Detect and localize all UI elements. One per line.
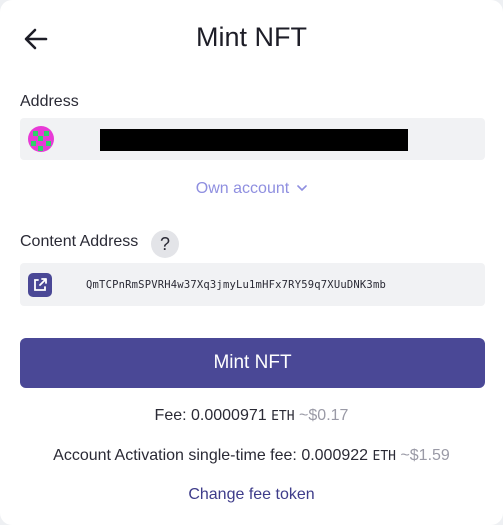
fee-usd: ~$0.17 xyxy=(299,407,349,424)
activation-fee-amount: 0.000922 xyxy=(301,447,369,464)
change-fee-token-link[interactable]: Change fee token xyxy=(0,486,503,504)
own-account-toggle[interactable]: Own account xyxy=(0,179,503,198)
avatar xyxy=(28,126,54,152)
chevron-down-icon xyxy=(297,179,307,197)
fee-amount: 0.0000971 xyxy=(191,407,267,424)
content-address-label: Content Address xyxy=(20,233,139,250)
redacted-address xyxy=(100,129,408,151)
mint-nft-card: Mint NFT Address Own account Content Add… xyxy=(0,0,503,525)
question-icon[interactable]: ? xyxy=(151,230,179,258)
activation-fee-line: Account Activation single-time fee: 0.00… xyxy=(0,447,503,465)
page-title: Mint NFT xyxy=(196,22,307,52)
mint-nft-button[interactable]: Mint NFT xyxy=(20,338,485,388)
own-account-label: Own account xyxy=(195,180,290,197)
fee-unit: ETH xyxy=(271,409,295,424)
fee-line: Fee: 0.0000971 ETH ~$0.17 xyxy=(0,407,503,425)
activation-fee-unit: ETH xyxy=(372,449,396,464)
address-field[interactable] xyxy=(20,118,485,160)
content-address-field[interactable]: QmTCPnRmSPVRH4w37Xq3jmyLu1mHFx7RY59q7XUu… xyxy=(20,263,485,306)
fee-label: Fee: xyxy=(154,407,187,424)
header: Mint NFT xyxy=(0,18,503,60)
activation-fee-label: Account Activation single-time fee: xyxy=(53,447,297,464)
address-label: Address xyxy=(20,93,79,110)
content-hash: QmTCPnRmSPVRH4w37Xq3jmyLu1mHFx7RY59q7XUu… xyxy=(86,279,386,291)
activation-fee-usd: ~$1.59 xyxy=(400,447,450,464)
external-link-icon[interactable] xyxy=(28,273,52,297)
